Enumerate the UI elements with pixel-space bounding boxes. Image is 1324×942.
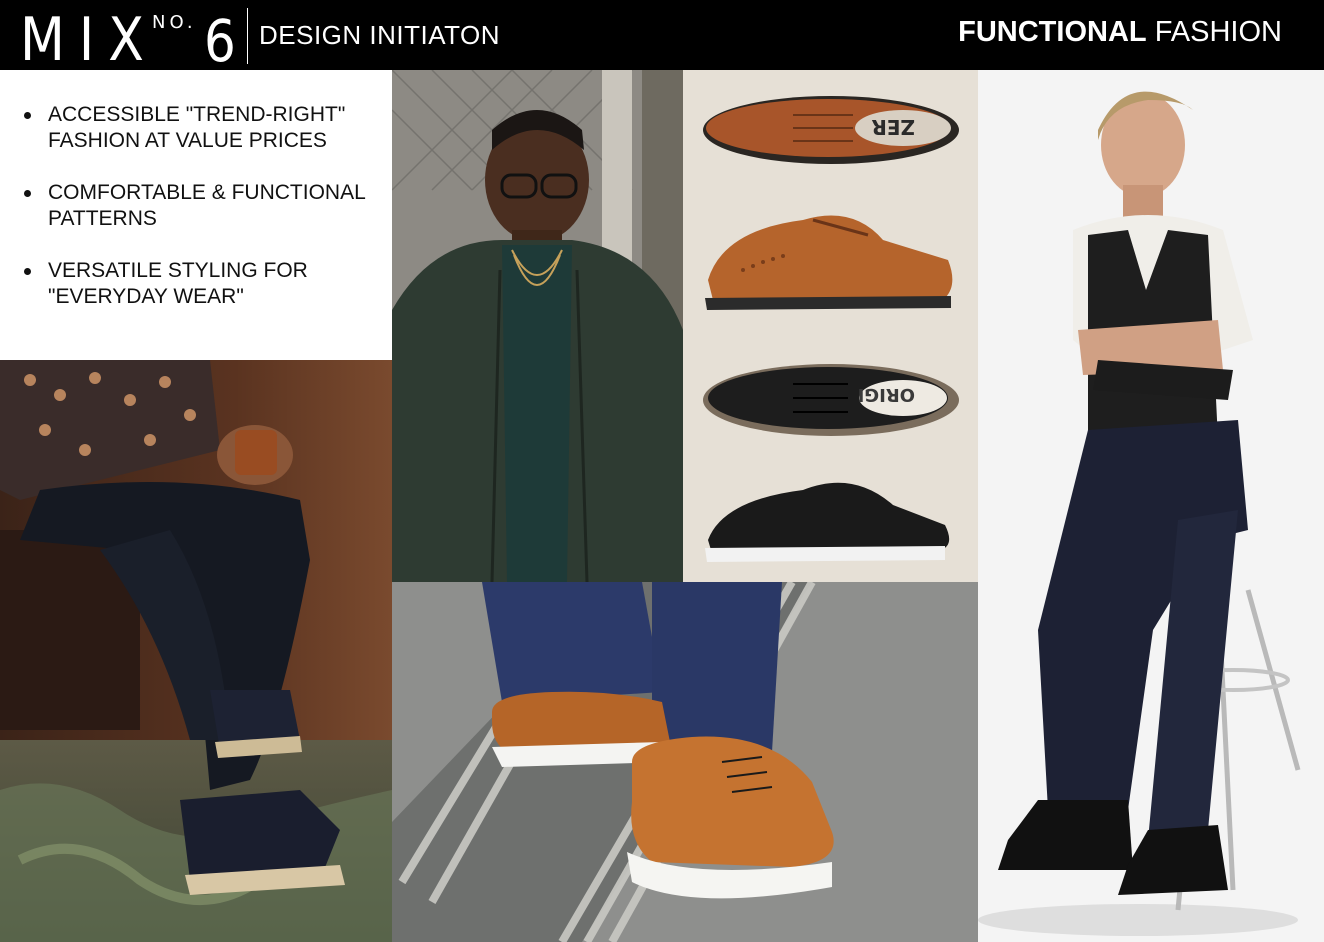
bullet-dot-icon [24, 190, 31, 197]
photo-tan-shoes-street [392, 582, 978, 942]
header-bar: MIX NO. 6 DESIGN INITIATON FUNCTIONAL FA… [0, 0, 1324, 75]
bullet-list: ACCESSIBLE "TREND-RIGHT" FASHION AT VALU… [22, 102, 382, 336]
logo-mix: MIX [20, 6, 158, 75]
header-divider [247, 8, 248, 64]
photo-shoe-flatlay: ZER ORIGI [683, 70, 978, 582]
bullet-dot-icon [24, 112, 31, 119]
bullet-item: ACCESSIBLE "TREND-RIGHT" FASHION AT VALU… [22, 102, 382, 154]
logo-number: 6 [204, 8, 236, 75]
bullet-text: VERSATILE STYLING FOR "EVERYDAY WEAR" [48, 259, 308, 308]
photo-man-bomber-jacket [392, 70, 683, 582]
shoe-brand-label-2: ORIGI [858, 384, 915, 405]
shoe-brand-label: ZER [871, 115, 915, 139]
photo-man-on-stool [978, 70, 1324, 942]
logo-no: NO. [152, 12, 197, 33]
header-headline: FUNCTIONAL FASHION [958, 16, 1282, 49]
bullet-item: COMFORTABLE & FUNCTIONAL PATTERNS [22, 180, 382, 232]
photo-seated-man-loafers [0, 360, 392, 942]
shoe-black-top: ORIGI [703, 364, 959, 436]
headline-bold: FUNCTIONAL [958, 16, 1147, 48]
bullet-dot-icon [24, 268, 31, 275]
bullet-text: ACCESSIBLE "TREND-RIGHT" FASHION AT VALU… [48, 103, 346, 152]
headline-light: FASHION [1154, 16, 1282, 48]
shoe-tan-wingtip-top: ZER [703, 96, 959, 164]
header-subtitle: DESIGN INITIATON [259, 20, 501, 50]
bullet-text: COMFORTABLE & FUNCTIONAL PATTERNS [48, 181, 365, 230]
bullet-item: VERSATILE STYLING FOR "EVERYDAY WEAR" [22, 258, 382, 310]
